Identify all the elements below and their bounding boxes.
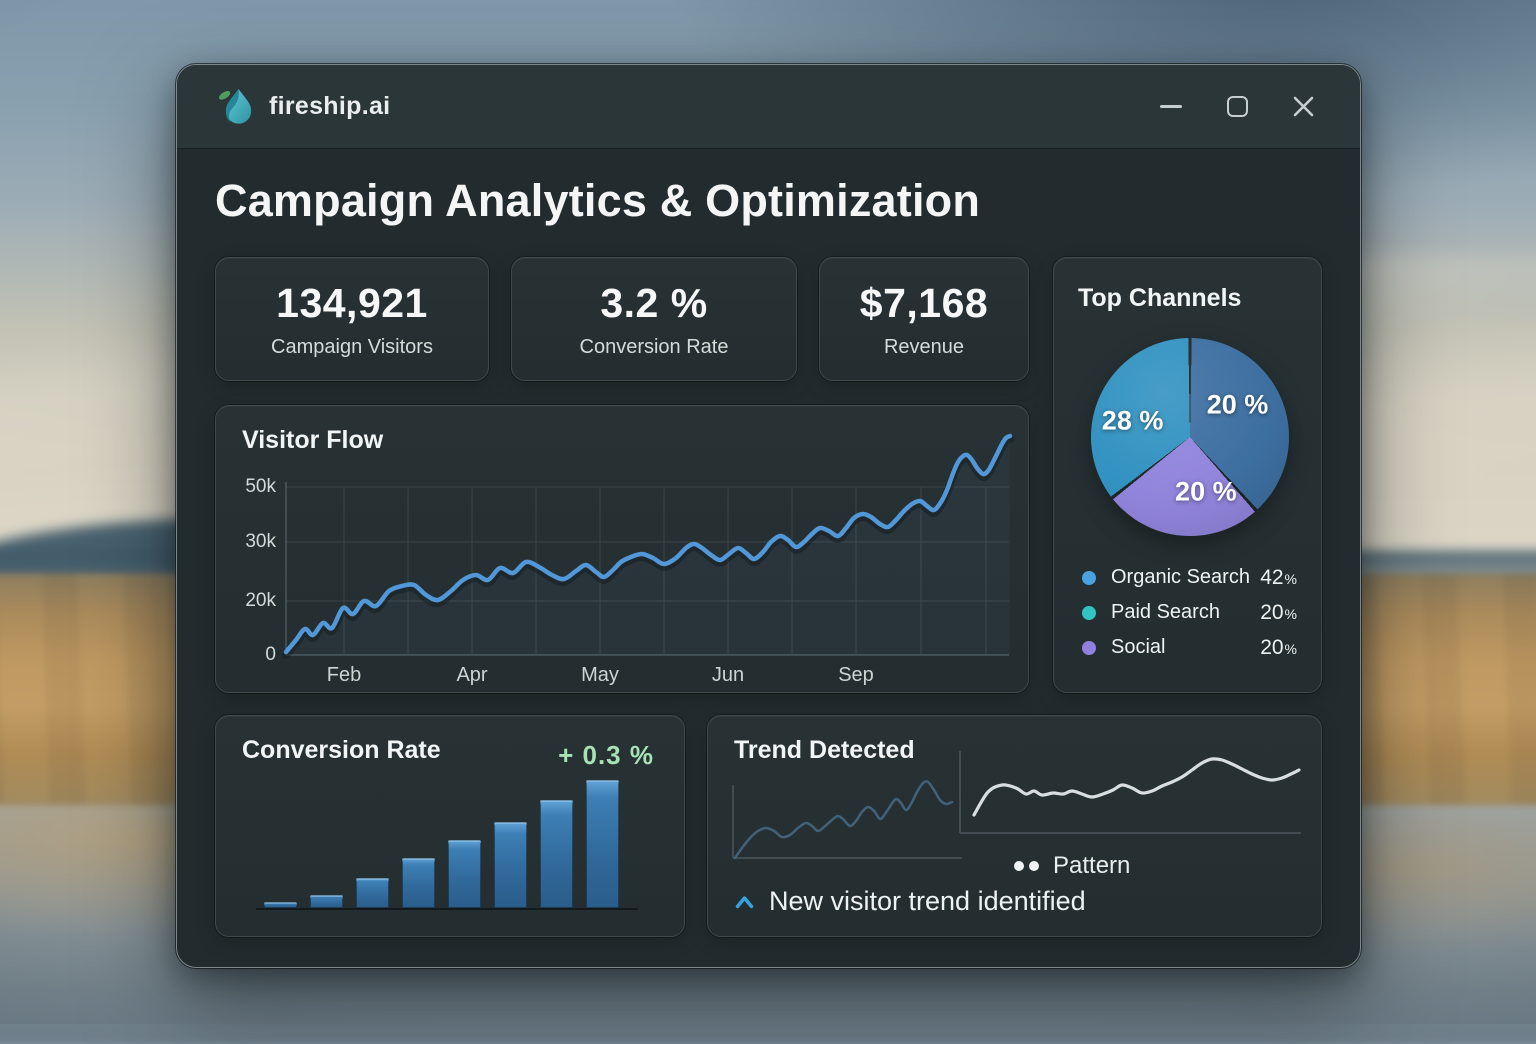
pattern-dot-icon (1029, 861, 1039, 871)
page-title: Campaign Analytics & Optimization (215, 175, 1322, 227)
legend-item-social: Social 20% (1082, 630, 1297, 665)
top-channels-card: Top Channels 20 % 20 % 28 % Organic Search… (1053, 257, 1322, 693)
window-controls (1158, 94, 1320, 120)
legend-label: Organic Search (1111, 566, 1250, 589)
legend-value: 20% (1260, 636, 1297, 660)
legend-dot (1082, 571, 1096, 585)
conversion-bar (310, 895, 343, 908)
pie-slice-label: 20 % (1175, 477, 1237, 508)
stat-label: Conversion Rate (580, 336, 729, 359)
conversion-bar (356, 878, 389, 908)
app-title: fireship.ai (269, 92, 390, 121)
visitor-flow-x-axis: Feb Apr May Jun Sep (286, 664, 1013, 690)
stat-card-revenue: $7,168 Revenue (819, 257, 1029, 381)
visitor-flow-chart (286, 454, 1013, 660)
conversion-bar-chart (264, 778, 619, 908)
maximize-icon (1227, 96, 1248, 117)
conversion-bar (402, 858, 435, 908)
stat-card-campaign-visitors: 134,921 Campaign Visitors (215, 257, 489, 381)
stat-value: $7,168 (860, 280, 988, 327)
y-tick-label: 0 (226, 644, 276, 666)
maximize-button[interactable] (1224, 94, 1250, 120)
conversion-delta-badge: + 0.3 % (558, 740, 654, 771)
visitor-flow-title: Visitor Flow (242, 426, 383, 455)
pie-slice-label: 28 % (1102, 406, 1164, 437)
y-tick-label: 50k (226, 476, 276, 498)
channels-legend: Organic Search 42% Paid Search 20% Socia… (1082, 560, 1297, 665)
trend-sparkline-bright (958, 749, 1303, 839)
conversion-bar (264, 902, 297, 908)
x-tick-label: May (581, 664, 619, 687)
visitor-flow-card: Visitor Flow 50k 30k 20k 0 Feb Apr May Jun Sep (215, 405, 1029, 693)
conversion-rate-card: Conversion Rate + 0.3 % (215, 715, 685, 937)
close-icon (1292, 95, 1315, 118)
chevron-up-icon (735, 895, 754, 909)
legend-dot (1082, 606, 1096, 620)
trend-sparkline-dim (730, 780, 965, 865)
dashboard-content: Campaign Analytics & Optimization 134,92… (177, 175, 1360, 937)
fireship-logo-icon (217, 86, 253, 128)
channels-pie-chart: 20 % 20 % 28 % (1091, 338, 1289, 536)
stat-label: Campaign Visitors (271, 336, 433, 359)
visitor-flow-y-axis: 50k30k20k0 (226, 454, 276, 660)
trend-message: New visitor trend identified (769, 886, 1086, 917)
legend-value: 42% (1260, 566, 1297, 590)
x-tick-label: Sep (838, 664, 874, 687)
top-channels-title: Top Channels (1078, 284, 1241, 313)
legend-item-organic-search: Organic Search 42% (1082, 560, 1297, 595)
minimize-icon (1160, 105, 1182, 108)
legend-label: Paid Search (1111, 601, 1220, 624)
x-tick-label: Apr (456, 664, 487, 687)
trend-message-row: New visitor trend identified (735, 886, 1086, 917)
pattern-label: Pattern (1053, 852, 1130, 880)
conversion-bar (494, 822, 527, 908)
legend-label: Social (1111, 636, 1165, 659)
minimize-button[interactable] (1158, 94, 1184, 120)
stats-row: 134,921 Campaign Visitors 3.2 % Conversi… (215, 257, 1029, 381)
stat-card-conversion-rate: 3.2 % Conversion Rate (511, 257, 797, 381)
conversion-bar (586, 780, 619, 908)
stat-label: Revenue (884, 336, 964, 359)
stat-value: 134,921 (276, 280, 428, 327)
bar-chart-baseline (256, 908, 638, 910)
pie-slice-label: 20 % (1207, 390, 1269, 421)
conversion-rate-title: Conversion Rate (242, 736, 441, 765)
pattern-dot-icon (1014, 861, 1024, 871)
conversion-bar (540, 800, 573, 908)
x-tick-label: Feb (327, 664, 361, 687)
stat-value: 3.2 % (600, 280, 707, 327)
conversion-bar (448, 840, 481, 908)
app-window: fireship.ai Campaign Analytics & Optimiz… (176, 64, 1361, 968)
close-button[interactable] (1290, 94, 1316, 120)
trend-detected-card: Trend Detected Pattern New visitor trend… (707, 715, 1322, 937)
y-tick-label: 20k (226, 590, 276, 612)
x-tick-label: Jun (712, 664, 744, 687)
legend-item-paid-search: Paid Search 20% (1082, 595, 1297, 630)
window-titlebar[interactable]: fireship.ai (177, 65, 1360, 149)
legend-value: 20% (1260, 601, 1297, 625)
y-tick-label: 30k (226, 531, 276, 553)
pattern-row: Pattern (1014, 850, 1130, 882)
trend-detected-title: Trend Detected (734, 736, 915, 765)
legend-dot (1082, 641, 1096, 655)
